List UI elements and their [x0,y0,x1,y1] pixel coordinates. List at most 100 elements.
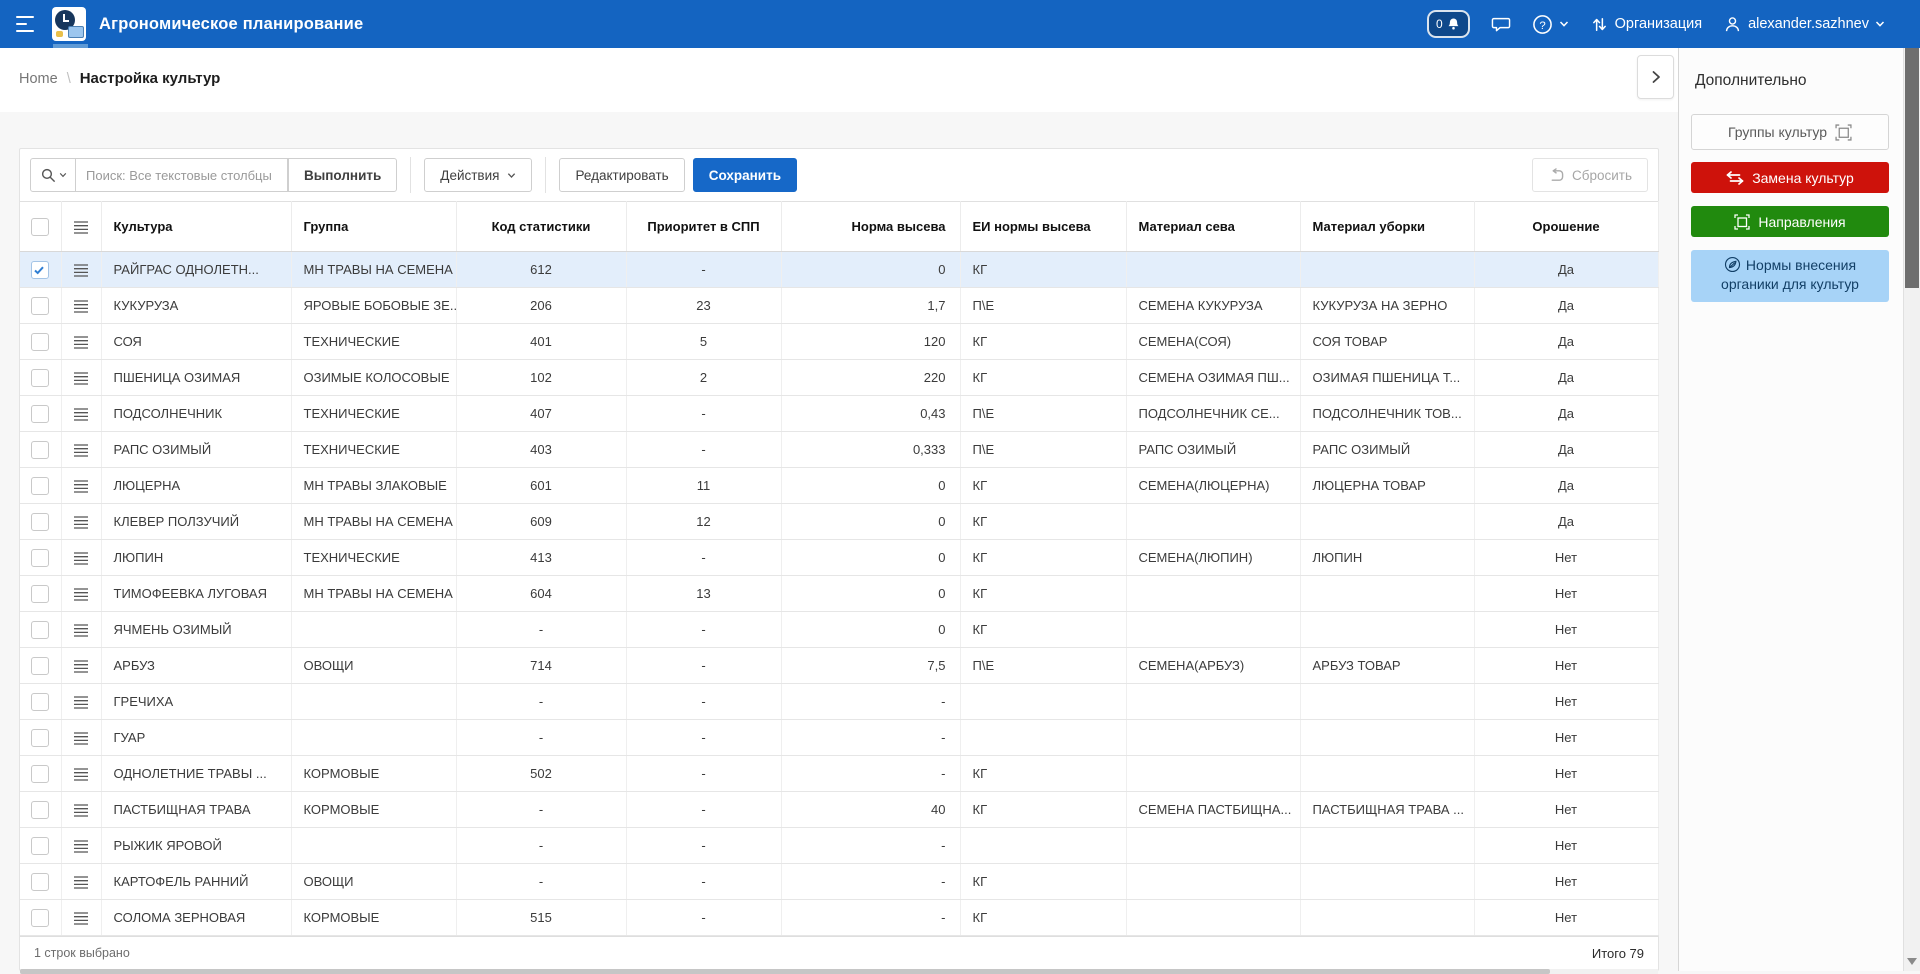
grid-cell[interactable]: ПОДСОЛНЕЧНИК ТОВ... [1300,396,1474,432]
grid-cell[interactable]: КАРТОФЕЛЬ РАННИЙ [101,864,291,900]
grid-cell[interactable]: СЕМЕНА КУКУРУЗА [1126,288,1300,324]
grid-cell[interactable]: МН ТРАВЫ НА СЕМЕНА [291,504,456,540]
grid-cell[interactable]: 1,7 [781,288,960,324]
grid-cell[interactable]: Нет [1474,756,1658,792]
row-checkbox[interactable] [31,693,49,711]
table-row[interactable]: ОДНОЛЕТНИЕ ТРАВЫ ...КОРМОВЫЕ502--КГНет [20,756,1658,792]
grid-cell[interactable]: 0,43 [781,396,960,432]
grid-cell[interactable]: КУКУРУЗА [101,288,291,324]
row-checkbox-cell[interactable] [20,720,61,756]
grid-cell[interactable]: Нет [1474,540,1658,576]
grid-cell[interactable] [1126,720,1300,756]
replace-crops-button[interactable]: Замена культур [1691,162,1889,193]
organization-switcher[interactable]: Организация [1590,15,1702,34]
grid-cell[interactable]: - [781,720,960,756]
grid-cell[interactable]: 13 [626,576,781,612]
grid-cell[interactable]: П\Е [960,432,1126,468]
grid-cell[interactable]: КГ [960,900,1126,936]
grid-cell[interactable]: Нет [1474,576,1658,612]
row-checkbox[interactable] [31,405,49,423]
grid-cell[interactable]: - [626,684,781,720]
grid-cell[interactable]: П\Е [960,288,1126,324]
grid-cell[interactable]: 7,5 [781,648,960,684]
grid-cell[interactable]: 102 [456,360,626,396]
row-checkbox[interactable] [31,585,49,603]
row-drag-handle[interactable] [61,648,101,684]
crop-groups-button[interactable]: Группы культур [1691,114,1889,150]
row-drag-handle[interactable] [61,252,101,288]
row-checkbox[interactable] [31,261,49,279]
grid-cell[interactable] [960,684,1126,720]
grid-cell[interactable]: ЯРОВЫЕ БОБОВЫЕ ЗЕ... [291,288,456,324]
grid-cell[interactable]: 0 [781,612,960,648]
grid-cell[interactable] [1126,612,1300,648]
grid-cell[interactable]: Да [1474,252,1658,288]
grid-cell[interactable] [1300,828,1474,864]
grid-cell[interactable]: 401 [456,324,626,360]
table-row[interactable]: РАЙГРАС ОДНОЛЕТН...МН ТРАВЫ НА СЕМЕНА612… [20,252,1658,288]
grid-cell[interactable]: РАЙГРАС ОДНОЛЕТН... [101,252,291,288]
grid-cell[interactable] [291,720,456,756]
table-row[interactable]: АРБУЗОВОЩИ714-7,5П\ЕСЕМЕНА(АРБУЗ)АРБУЗ Т… [20,648,1658,684]
save-button[interactable]: Сохранить [693,158,797,192]
row-checkbox[interactable] [31,477,49,495]
row-checkbox-cell[interactable] [20,576,61,612]
row-drag-handle[interactable] [61,432,101,468]
grid-cell[interactable]: - [626,828,781,864]
table-row[interactable]: ПОДСОЛНЕЧНИКТЕХНИЧЕСКИЕ407-0,43П\ЕПОДСОЛ… [20,396,1658,432]
grid-cell[interactable]: - [626,756,781,792]
grid-cell[interactable]: СОЯ ТОВАР [1300,324,1474,360]
search-input[interactable] [76,158,288,192]
row-checkbox-cell[interactable] [20,684,61,720]
grid-cell[interactable]: ОВОЩИ [291,648,456,684]
row-drag-handle[interactable] [61,540,101,576]
grid-cell[interactable]: Нет [1474,648,1658,684]
edit-button[interactable]: Редактировать [559,158,684,192]
scroll-down-arrow[interactable] [1907,958,1917,965]
directions-button[interactable]: Направления [1691,206,1889,237]
grid-cell[interactable]: 0 [781,468,960,504]
grid-cell[interactable]: СЕМЕНА(СОЯ) [1126,324,1300,360]
grid-cell[interactable] [960,720,1126,756]
table-row[interactable]: РЫЖИК ЯРОВОЙ---Нет [20,828,1658,864]
grid-cell[interactable] [1300,756,1474,792]
grid-cell[interactable] [1300,900,1474,936]
grid-cell[interactable] [291,684,456,720]
grid-cell[interactable]: КУКУРУЗА НА ЗЕРНО [1300,288,1474,324]
grid-cell[interactable]: РАПС ОЗИМЫЙ [101,432,291,468]
grid-cell[interactable]: ЯЧМЕНЬ ОЗИМЫЙ [101,612,291,648]
grid-cell[interactable]: ЛЮЦЕРНА [101,468,291,504]
grid-cell[interactable] [1300,252,1474,288]
grid-cell[interactable]: 23 [626,288,781,324]
row-drag-handle[interactable] [61,288,101,324]
grid-cell[interactable]: ТЕХНИЧЕСКИЕ [291,324,456,360]
row-checkbox[interactable] [31,513,49,531]
row-drag-handle[interactable] [61,828,101,864]
table-row[interactable]: ГРЕЧИХА---Нет [20,684,1658,720]
vertical-scrollbar[interactable] [1903,20,1920,971]
grid-cell[interactable]: 120 [781,324,960,360]
grid-cell[interactable]: ЛЮПИН [101,540,291,576]
grid-cell[interactable] [1300,576,1474,612]
grid-cell[interactable] [291,612,456,648]
grid-cell[interactable]: ТЕХНИЧЕСКИЕ [291,432,456,468]
grid-cell[interactable]: ГУАР [101,720,291,756]
grid-cell[interactable]: СЕМЕНА(АРБУЗ) [1126,648,1300,684]
grid-cell[interactable]: КГ [960,756,1126,792]
grid-cell[interactable] [960,828,1126,864]
grid-cell[interactable] [1126,828,1300,864]
grid-cell[interactable]: СОЛОМА ЗЕРНОВАЯ [101,900,291,936]
grid-cell[interactable]: - [456,720,626,756]
grid-cell[interactable]: КГ [960,504,1126,540]
grid-cell[interactable]: ТЕХНИЧЕСКИЕ [291,540,456,576]
row-drag-handle[interactable] [61,396,101,432]
actions-menu-button[interactable]: Действия [424,158,532,192]
grid-cell[interactable]: ПОДСОЛНЕЧНИК [101,396,291,432]
grid-cell[interactable]: - [626,612,781,648]
row-drag-handle[interactable] [61,900,101,936]
grid-cell[interactable]: СОЯ [101,324,291,360]
grid-cell[interactable]: - [626,396,781,432]
search-options-button[interactable] [30,158,76,192]
grid-cell[interactable]: 0,333 [781,432,960,468]
table-row[interactable]: СОЯТЕХНИЧЕСКИЕ4015120КГСЕМЕНА(СОЯ)СОЯ ТО… [20,324,1658,360]
